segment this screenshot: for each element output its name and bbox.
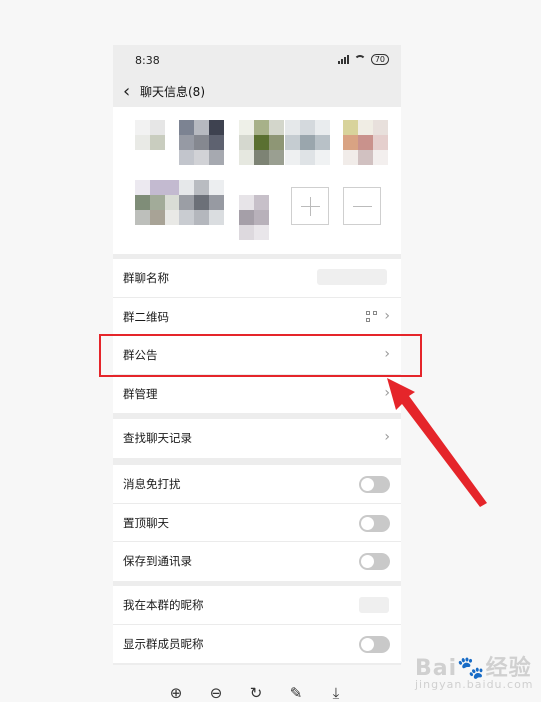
- viewer-toolbar: ⊕ ⊖ ↻ ✎ ⤓: [167, 684, 345, 702]
- watermark: Bai🐾经验 jingyan.baidu.com: [415, 650, 534, 691]
- download-icon[interactable]: ⤓: [327, 684, 345, 702]
- arrow-shape: [387, 378, 487, 507]
- zoom-in-icon[interactable]: ⊕: [167, 684, 185, 702]
- rotate-icon[interactable]: ↻: [247, 684, 265, 702]
- watermark-sub: jingyan.baidu.com: [415, 678, 534, 691]
- edit-icon[interactable]: ✎: [287, 684, 305, 702]
- annotation-arrow: [387, 378, 487, 507]
- zoom-out-icon[interactable]: ⊖: [207, 684, 225, 702]
